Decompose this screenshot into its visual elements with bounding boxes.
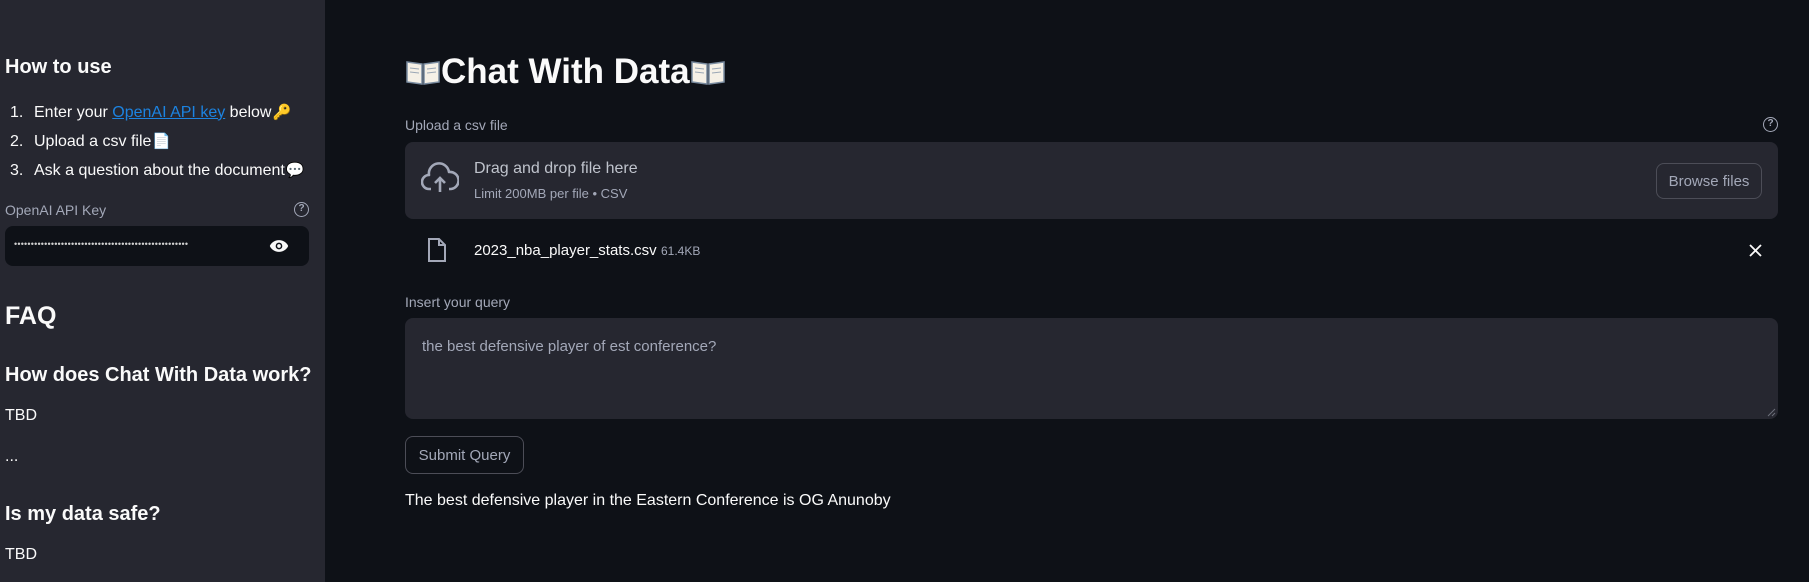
help-icon[interactable]: ? [1763,117,1778,132]
browse-files-button[interactable]: Browse files [1656,163,1762,199]
step-1: 1. Enter your OpenAI API key below 🔑 [5,98,305,127]
dropzone-title: Drag and drop file here [474,160,638,177]
faq-question-2: Is my data safe? [5,503,161,525]
step-number: 2. [10,132,24,150]
query-value: the best defensive player of est confere… [422,338,717,355]
faq-question-1: How does Chat With Data work? [5,364,312,386]
steps-list: 1. Enter your OpenAI API key below 🔑 2. … [5,98,305,185]
file-size: 61.4KB [661,244,701,258]
sidebar: How to use 1. Enter your OpenAI API key … [0,0,325,582]
step-2: 2. Upload a csv file 📄 [5,127,305,156]
step-number: 1. [10,103,24,121]
resize-handle-icon[interactable] [1766,407,1776,417]
openai-api-key-link[interactable]: OpenAI API key [112,101,225,125]
step-text: Enter your [34,103,113,121]
file-name: 2023_nba_player_stats.csv [474,242,657,259]
query-textarea[interactable]: the best defensive player of est confere… [405,318,1778,419]
page-title: Chat With Data [441,52,690,91]
uploaded-file-row: 2023_nba_player_stats.csv 61.4KB [405,232,1778,268]
dropzone-subtitle: Limit 200MB per file • CSV [474,186,628,201]
answer-text: The best defensive player in the Eastern… [405,492,891,509]
page-icon: 📄 [152,132,172,150]
query-label: Insert your query [405,294,511,310]
eye-icon[interactable] [269,238,289,254]
step-number: 3. [10,161,24,179]
api-key-input[interactable]: ••••••••••••••••••••••••••••••••••••••••… [5,226,309,266]
key-icon: 🔑 [272,103,292,121]
page-title-row: Chat With Data [405,52,726,92]
file-dropzone[interactable]: Drag and drop file here Limit 200MB per … [405,142,1778,219]
step-text: Upload a csv file [34,132,152,150]
upload-label: Upload a csv file [405,117,508,133]
book-icon [690,61,725,85]
faq-answer-1: TBD [5,407,37,424]
submit-query-button[interactable]: Submit Query [405,436,524,474]
faq-ellipsis: ... [5,448,19,465]
file-icon [428,238,446,262]
api-key-label: OpenAI API Key [5,202,107,218]
how-to-use-heading: How to use [5,56,112,78]
help-icon[interactable]: ? [294,202,309,217]
faq-answer-2: TBD [5,546,37,563]
step-text: Ask a question about the document [34,161,285,179]
faq-heading: FAQ [5,302,57,330]
step-3: 3. Ask a question about the document 💬 [5,156,305,185]
book-icon [406,61,440,85]
speech-bubble-icon: 💬 [285,161,305,179]
close-icon[interactable] [1749,244,1762,257]
main-content: Chat With Data Upload a csv file ? Drag … [405,0,1779,582]
step-text: below [225,103,272,121]
cloud-upload-icon [421,162,459,192]
api-key-value: ••••••••••••••••••••••••••••••••••••••••… [14,239,189,249]
